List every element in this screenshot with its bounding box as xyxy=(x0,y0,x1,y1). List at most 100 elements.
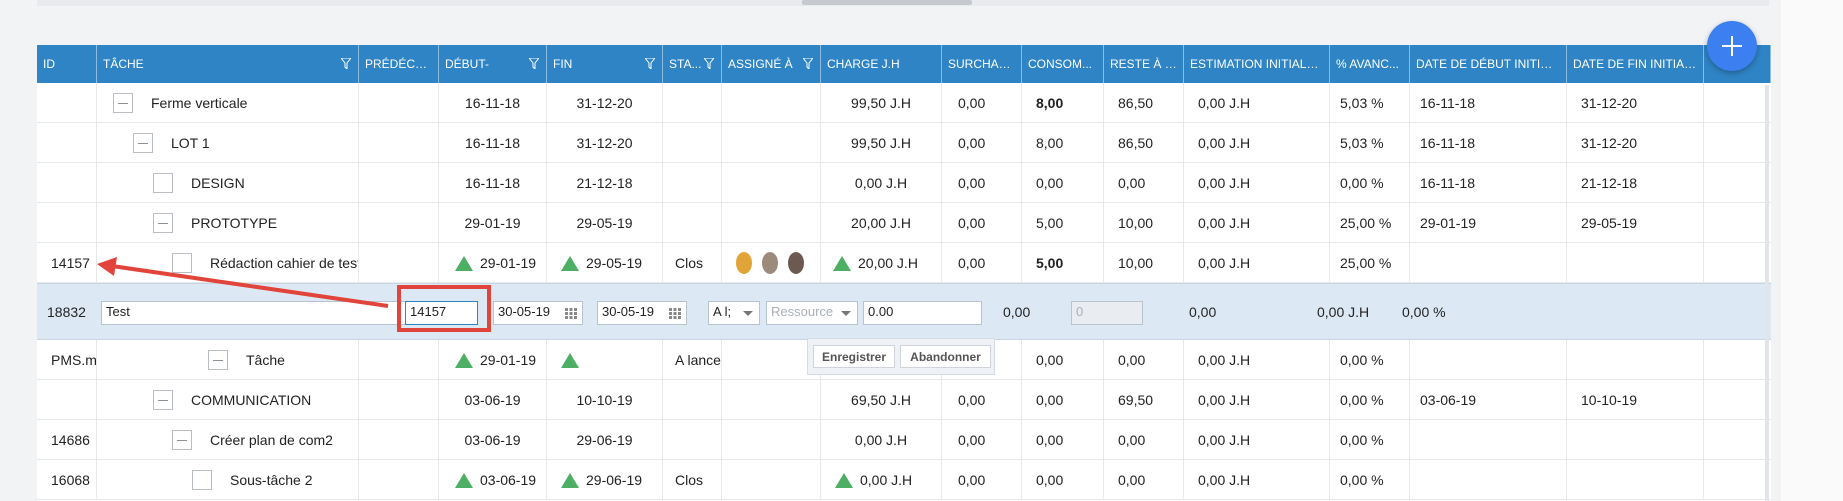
collapse-icon[interactable] xyxy=(113,93,133,113)
cancel-button[interactable]: Abandonner xyxy=(900,345,991,368)
cell-assigned[interactable] xyxy=(722,243,821,283)
col-assigned[interactable]: ASSIGNÉ À xyxy=(722,45,821,83)
collapse-icon[interactable] xyxy=(133,133,153,153)
coin-avatar-icon[interactable] xyxy=(736,252,752,274)
col-reste[interactable]: RESTE À F... xyxy=(1104,45,1184,83)
checkbox-icon[interactable] xyxy=(153,173,173,193)
cell-task[interactable]: Sous-tâche 2 xyxy=(97,460,359,500)
col-start[interactable]: DÉBUT- xyxy=(439,45,547,83)
cell-predecessor[interactable] xyxy=(359,340,439,380)
cell-predecessor[interactable] xyxy=(359,460,439,500)
cell-date-end-initial xyxy=(1567,340,1704,380)
table-row[interactable]: 16068 Sous-tâche 2 03-06-19 29-06-19 Clo… xyxy=(37,460,1771,500)
col-predecessor[interactable]: PRÉDÉCES... xyxy=(359,45,439,83)
filter-icon[interactable] xyxy=(803,58,813,69)
cell-predecessor[interactable] xyxy=(359,163,439,203)
task-grid: ID TÂCHE PRÉDÉCES... DÉBUT- FIN STA... A… xyxy=(37,45,1771,501)
table-row[interactable]: Ferme verticale 16-11-18 31-12-20 99,50 … xyxy=(37,83,1771,123)
filter-icon[interactable] xyxy=(529,58,539,69)
calendar-icon[interactable] xyxy=(564,306,578,320)
col-estimation[interactable]: ESTIMATION INITIALE ... xyxy=(1184,45,1330,83)
cell-status: Clos xyxy=(663,243,722,283)
cell-charge: 20,00 J.H xyxy=(821,203,942,243)
vertical-scrollbar[interactable] xyxy=(1765,85,1769,501)
add-button[interactable] xyxy=(1707,21,1757,71)
checkbox-icon[interactable] xyxy=(172,253,192,273)
cell-end: 10-10-19 xyxy=(547,380,663,420)
cell-start: 16-11-18 xyxy=(439,83,547,123)
table-row[interactable]: 14686 Créer plan de com2 03-06-19 29-06-… xyxy=(37,420,1771,460)
col-avancement[interactable]: % AVANC... xyxy=(1330,45,1410,83)
cell-task[interactable]: DESIGN xyxy=(97,163,359,203)
checkbox-icon[interactable] xyxy=(192,470,212,490)
cell-predecessor[interactable] xyxy=(359,203,439,243)
table-row[interactable]: 14157 Rédaction cahier de tests 29-01-19… xyxy=(37,243,1771,283)
cell-end: 29-05-19 xyxy=(547,243,663,283)
col-label: DATE DE DÉBUT INITIALE xyxy=(1416,57,1560,71)
cell-predecessor[interactable] xyxy=(359,243,439,283)
cell-predecessor[interactable] xyxy=(359,83,439,123)
calendar-icon[interactable] xyxy=(668,306,682,320)
resource-select[interactable]: Ressource xyxy=(766,301,858,325)
col-date-end-initial[interactable]: DATE DE FIN INITIALE xyxy=(1567,45,1704,83)
col-date-start-initial[interactable]: DATE DE DÉBUT INITIALE xyxy=(1410,45,1567,83)
end-date-input[interactable]: 30-05-19 xyxy=(597,301,687,325)
collapse-icon[interactable] xyxy=(153,213,173,233)
cell-date-start-initial: 03-06-19 xyxy=(1410,380,1567,420)
col-task[interactable]: TÂCHE xyxy=(97,45,359,83)
cell-end: 31-12-20 xyxy=(547,123,663,163)
table-row[interactable]: COMMUNICATION 03-06-19 10-10-19 69,50 J.… xyxy=(37,380,1771,420)
chevron-down-icon[interactable] xyxy=(841,311,851,316)
cell-task[interactable]: PROTOTYPE xyxy=(97,203,359,243)
cell-surcharge: 0,00 xyxy=(942,83,1022,123)
collapse-icon[interactable] xyxy=(153,390,173,410)
table-row[interactable]: DESIGN 16-11-18 21-12-18 0,00 J.H 0,00 0… xyxy=(37,163,1771,203)
status-up-icon xyxy=(455,352,473,368)
edit-avancement: 0,00 % xyxy=(1402,304,1446,320)
task-name-input[interactable]: Test xyxy=(101,301,429,325)
filter-icon[interactable] xyxy=(341,58,351,69)
col-charge[interactable]: CHARGE J.H xyxy=(821,45,942,83)
avatar[interactable] xyxy=(788,252,804,274)
cell-estimation: 0,00 J.H xyxy=(1184,243,1330,283)
cell-start: 03-06-19 xyxy=(439,380,547,420)
col-status[interactable]: STA... xyxy=(663,45,722,83)
cell-predecessor[interactable] xyxy=(359,420,439,460)
charge-input[interactable]: 0.00 xyxy=(863,301,982,325)
scrollbar-thumb[interactable] xyxy=(802,0,972,5)
start-date-input[interactable]: 30-05-19 xyxy=(493,301,583,325)
cell-task[interactable]: COMMUNICATION xyxy=(97,380,359,420)
avatar[interactable] xyxy=(762,252,778,274)
table-row[interactable]: PROTOTYPE 29-01-19 29-05-19 20,00 J.H 0,… xyxy=(37,203,1771,243)
cell-task[interactable]: Rédaction cahier de tests xyxy=(97,243,359,283)
cell-task[interactable]: Tâche xyxy=(97,340,359,380)
cell-date-start-initial: 16-11-18 xyxy=(1410,123,1567,163)
collapse-icon[interactable] xyxy=(172,430,192,450)
save-button[interactable]: Enregistrer xyxy=(813,345,895,368)
start-date-value: 30-05-19 xyxy=(498,304,551,319)
col-id[interactable]: ID xyxy=(37,45,97,83)
cell-reste: 0,00 xyxy=(1104,460,1184,500)
collapse-icon[interactable] xyxy=(208,350,228,370)
cell-task[interactable]: Ferme verticale xyxy=(97,83,359,123)
filter-icon[interactable] xyxy=(645,58,655,69)
chevron-down-icon[interactable] xyxy=(743,311,753,316)
cell-predecessor[interactable] xyxy=(359,123,439,163)
cell-date-start-initial: 16-11-18 xyxy=(1410,83,1567,123)
col-surcharge[interactable]: SURCHAR... xyxy=(942,45,1022,83)
consom-input[interactable]: 0 xyxy=(1071,301,1143,325)
col-consom[interactable]: CONSOM... xyxy=(1022,45,1104,83)
cell-start: 03-06-19 xyxy=(439,420,547,460)
cell-charge: 69,50 J.H xyxy=(821,380,942,420)
col-end[interactable]: FIN xyxy=(547,45,663,83)
cell-assigned xyxy=(722,83,821,123)
horizontal-scrollbar[interactable] xyxy=(37,0,1769,6)
cell-status xyxy=(663,203,722,243)
cell-predecessor[interactable] xyxy=(359,380,439,420)
task-name: Ferme verticale xyxy=(151,95,248,111)
table-row[interactable]: LOT 1 16-11-18 31-12-20 99,50 J.H 0,00 8… xyxy=(37,123,1771,163)
cell-task[interactable]: Créer plan de com2 xyxy=(97,420,359,460)
filter-icon[interactable] xyxy=(704,58,714,69)
status-select[interactable]: A l; xyxy=(708,301,760,325)
cell-task[interactable]: LOT 1 xyxy=(97,123,359,163)
